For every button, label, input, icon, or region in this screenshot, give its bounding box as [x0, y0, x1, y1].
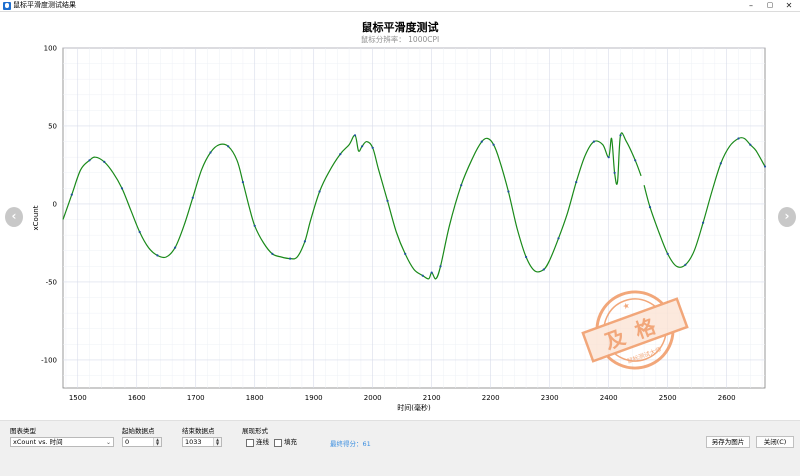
- data-point: [138, 230, 141, 234]
- data-point: [227, 145, 230, 148]
- data-point: [613, 171, 616, 174]
- spin-arrows-icon[interactable]: ▲ ▼: [213, 438, 221, 446]
- final-score: 最终得分：61: [330, 440, 371, 448]
- data-point: [460, 184, 463, 187]
- x-tick-label: 2500: [659, 394, 677, 402]
- start-point-spinbox[interactable]: 0 ▲ ▼: [122, 437, 162, 447]
- x-tick-label: 2100: [423, 394, 441, 402]
- data-point: [361, 145, 364, 148]
- data-point: [592, 140, 596, 143]
- y-tick-label: -50: [46, 278, 57, 286]
- data-point: [303, 240, 306, 243]
- data-point: [156, 254, 159, 257]
- x-tick-label: 2600: [718, 394, 736, 402]
- display-mode-label: 展现形式: [242, 427, 268, 435]
- data-point: [430, 271, 433, 274]
- chart-title: 鼠标平滑度测试: [361, 21, 439, 34]
- data-point: [666, 252, 669, 255]
- data-point: [634, 159, 637, 162]
- data-point: [557, 237, 560, 240]
- chart-type-select[interactable]: xCount vs. 时间 ⌄: [10, 437, 114, 447]
- data-point: [719, 162, 722, 165]
- data-point: [339, 153, 342, 156]
- data-point: [492, 143, 495, 146]
- data-point: [271, 252, 274, 255]
- end-point-spinbox[interactable]: 1033 ▲ ▼: [182, 437, 222, 447]
- spin-arrows-icon[interactable]: ▲ ▼: [153, 438, 161, 446]
- data-point: [737, 137, 740, 140]
- data-point: [702, 221, 705, 224]
- data-point: [386, 199, 389, 202]
- data-point: [371, 146, 374, 149]
- data-point: [749, 143, 752, 146]
- data-point: [439, 265, 442, 268]
- y-tick-label: 100: [44, 45, 57, 53]
- data-point: [70, 193, 73, 196]
- control-bar: 图表类型 xCount vs. 时间 ⌄ 起始数据点 0 ▲ ▼ 结束数据点 10…: [0, 420, 800, 476]
- data-point: [353, 134, 357, 137]
- svg-text:★: ★: [621, 301, 631, 312]
- data-point: [289, 257, 292, 260]
- x-tick-label: 1900: [305, 394, 323, 402]
- data-point: [421, 274, 424, 277]
- line-checkbox[interactable]: [246, 439, 254, 447]
- data-point: [542, 268, 545, 271]
- data-point: [103, 160, 106, 163]
- data-point: [507, 190, 510, 193]
- x-tick-label: 1700: [187, 394, 205, 402]
- y-tick-label: 50: [48, 122, 57, 130]
- x-tick-label: 2200: [482, 394, 500, 402]
- close-button[interactable]: 关闭(C): [756, 436, 794, 448]
- data-point: [480, 140, 483, 143]
- chart-type-label: 图表类型: [10, 427, 36, 435]
- x-tick-label: 1600: [128, 394, 146, 402]
- end-point-label: 结束数据点: [182, 427, 215, 435]
- data-point: [619, 134, 622, 137]
- data-point: [575, 181, 578, 184]
- data-point: [209, 151, 212, 154]
- chevron-down-icon: ⌄: [105, 439, 111, 446]
- save-image-button[interactable]: 另存为图片: [706, 436, 750, 448]
- data-point: [174, 246, 177, 249]
- data-point: [684, 263, 687, 266]
- data-point: [88, 159, 91, 162]
- end-point-value: 1033: [185, 438, 202, 446]
- chart-type-value: xCount vs. 时间: [13, 438, 63, 446]
- line-label: 连线: [256, 438, 269, 446]
- data-point: [318, 190, 321, 193]
- pass-stamp: 及格 鼠标测试大师 ★: [581, 290, 689, 370]
- data-point: [191, 196, 194, 199]
- prev-icon[interactable]: ‹: [5, 207, 23, 227]
- y-tick-label: 0: [53, 200, 57, 208]
- data-point: [253, 224, 256, 227]
- y-tick-label: -100: [41, 356, 57, 364]
- data-point: [525, 255, 528, 259]
- start-point-label: 起始数据点: [122, 427, 155, 435]
- x-axis-label: 时间(毫秒): [397, 403, 431, 412]
- chart-subtitle: 鼠标分辨率： 1000CPI: [360, 35, 440, 44]
- data-point: [763, 165, 767, 168]
- x-tick-label: 2300: [541, 394, 559, 402]
- data-point: [648, 206, 652, 209]
- data-point: [404, 252, 407, 255]
- fill-checkbox[interactable]: [274, 439, 282, 447]
- data-point: [241, 181, 244, 184]
- data-point: [120, 187, 124, 190]
- next-icon[interactable]: ›: [778, 207, 796, 227]
- start-point-value: 0: [125, 438, 130, 446]
- x-tick-label: 2400: [600, 394, 618, 402]
- y-axis-label: xCount: [32, 205, 40, 230]
- x-tick-label: 2000: [364, 394, 382, 402]
- x-tick-label: 1800: [246, 394, 264, 402]
- data-point: [607, 156, 610, 159]
- fill-label: 填充: [284, 438, 297, 446]
- x-tick-label: 1500: [69, 394, 87, 402]
